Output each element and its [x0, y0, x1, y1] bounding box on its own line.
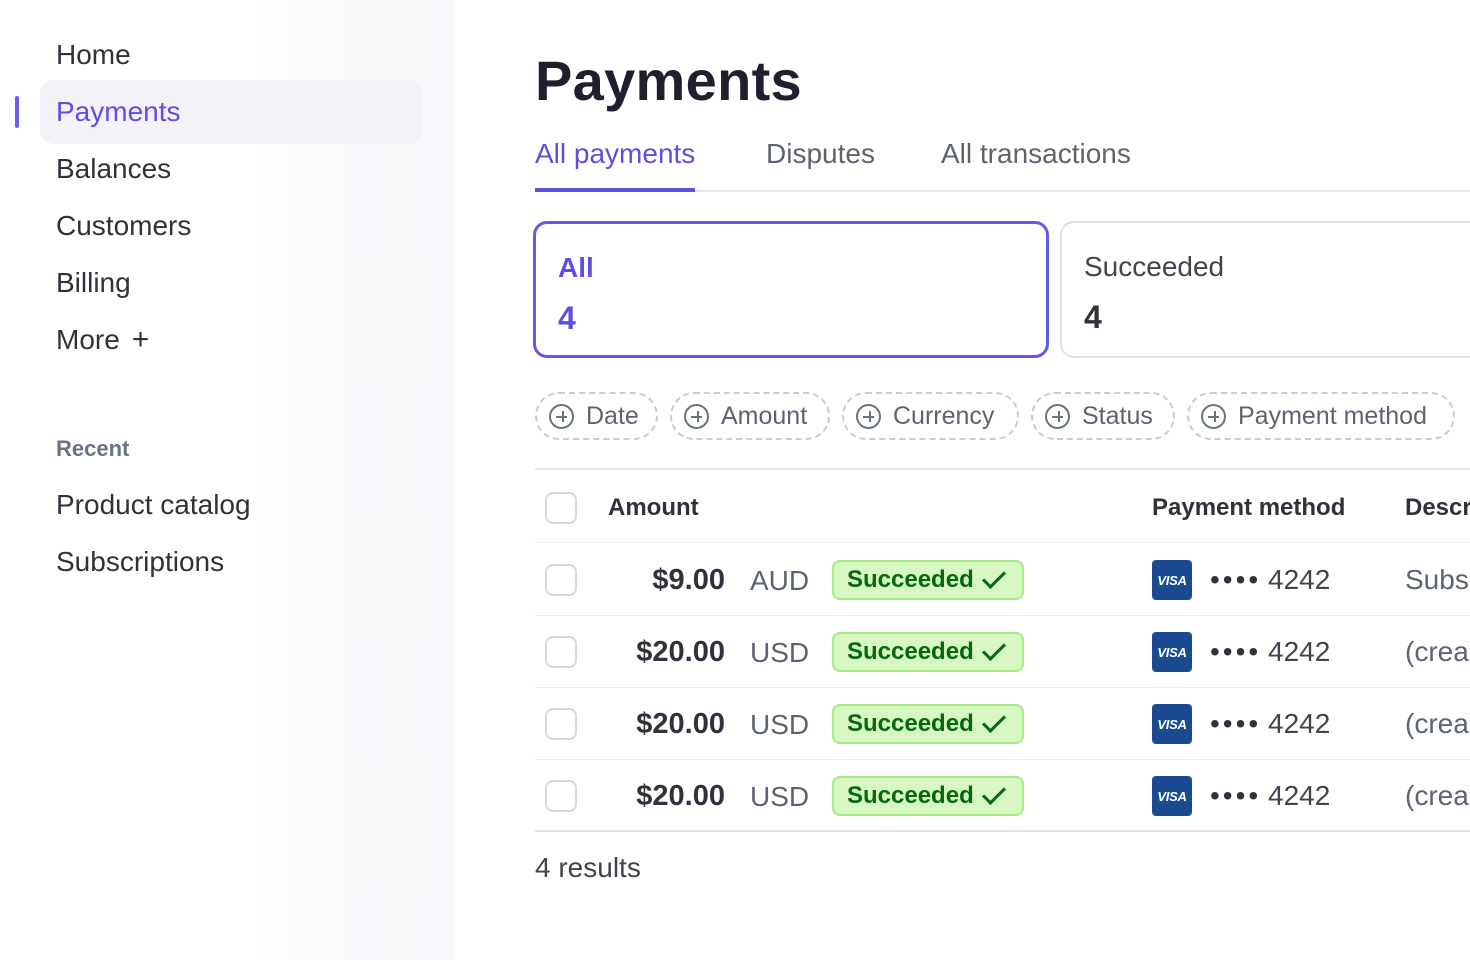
row-checkbox[interactable]	[545, 564, 577, 596]
tab-disputes[interactable]: Disputes	[766, 138, 875, 190]
status-label: Succeeded	[847, 638, 974, 665]
table-top-border	[535, 468, 1470, 470]
filter-label: Date	[586, 401, 639, 430]
sidebar-item-label: Customers	[56, 210, 192, 241]
table-row[interactable]: $9.00 AUD Succeeded VISA •••• 4242 Subs	[535, 544, 1470, 616]
currency-code: USD	[750, 637, 810, 668]
checkmark-icon	[981, 780, 1006, 806]
table-row[interactable]: $20.00 USD Succeeded VISA •••• 4242 (cre…	[535, 688, 1470, 760]
filter-date-chip[interactable]: Date	[535, 392, 658, 440]
summary-card-label: Succeeded	[1084, 251, 1225, 282]
filter-label: Currency	[893, 401, 995, 430]
row-divider	[535, 830, 1470, 832]
card-mask-dots: ••••	[1210, 636, 1262, 667]
status-label: Succeeded	[847, 710, 974, 737]
checkmark-icon	[981, 564, 1006, 590]
filter-currency-chip[interactable]: Currency	[842, 392, 1019, 440]
plus-circle-icon	[549, 403, 574, 429]
summary-card-label: All	[558, 252, 594, 283]
row-checkbox[interactable]	[545, 636, 577, 668]
filter-label: Status	[1082, 401, 1153, 430]
visa-card-icon: VISA	[1152, 776, 1192, 816]
status-badge: Succeeded	[832, 632, 1024, 672]
summary-card-all[interactable]: All 4	[533, 221, 1049, 358]
tab-bar: All payments Disputes All transactions	[535, 130, 1470, 192]
currency-code: USD	[750, 781, 810, 812]
row-checkbox[interactable]	[545, 780, 577, 812]
description-text: (crea	[1405, 636, 1469, 667]
sidebar-item-label: Home	[56, 39, 131, 70]
table-row[interactable]: $20.00 USD Succeeded VISA •••• 4242 (cre…	[535, 760, 1470, 832]
sidebar-item-payments[interactable]: Payments	[40, 80, 423, 144]
amount-value: $9.00	[652, 564, 725, 596]
row-checkbox[interactable]	[545, 708, 577, 740]
plus-circle-icon	[684, 403, 709, 429]
card-last4: 4242	[1268, 564, 1331, 595]
plus-icon: +	[131, 323, 150, 356]
sidebar-item-more[interactable]: More +	[40, 308, 423, 372]
visa-card-icon: VISA	[1152, 704, 1192, 744]
status-badge: Succeeded	[832, 704, 1024, 744]
amount-value: $20.00	[636, 780, 725, 812]
visa-card-icon: VISA	[1152, 632, 1192, 672]
sidebar: Home Payments Balances Customers Billing…	[0, 0, 455, 960]
column-header-description[interactable]: Descr	[1405, 494, 1470, 522]
status-badge: Succeeded	[832, 776, 1024, 816]
status-badge: Succeeded	[832, 560, 1024, 600]
sidebar-item-customers[interactable]: Customers	[40, 194, 423, 258]
checkmark-icon	[981, 636, 1006, 662]
description-text: (crea	[1405, 780, 1469, 811]
plus-circle-icon	[1045, 403, 1070, 429]
select-all-checkbox[interactable]	[545, 492, 577, 524]
card-last4: 4242	[1268, 636, 1331, 667]
recent-item-product-catalog[interactable]: Product catalog	[40, 481, 423, 529]
card-last4: 4242	[1268, 708, 1331, 739]
status-label: Succeeded	[847, 782, 974, 809]
recent-item-label: Product catalog	[56, 489, 251, 520]
sidebar-item-billing[interactable]: Billing	[40, 251, 423, 315]
card-last4: 4242	[1268, 780, 1331, 811]
amount-value: $20.00	[636, 708, 725, 740]
card-mask-dots: ••••	[1210, 564, 1262, 595]
currency-code: AUD	[750, 565, 810, 596]
filter-amount-chip[interactable]: Amount	[670, 392, 830, 440]
summary-card-count: 4	[1084, 299, 1102, 335]
plus-circle-icon	[1201, 403, 1226, 429]
results-count: 4 results	[535, 852, 641, 883]
tab-all-transactions[interactable]: All transactions	[941, 138, 1131, 190]
column-header-payment-method[interactable]: Payment method	[1152, 494, 1345, 522]
card-mask-dots: ••••	[1210, 708, 1262, 739]
summary-card-count: 4	[558, 300, 576, 336]
description-text: Subs	[1405, 564, 1469, 595]
sidebar-item-label: Payments	[56, 96, 181, 127]
sidebar-item-balances[interactable]: Balances	[40, 137, 423, 201]
page-title: Payments	[535, 49, 802, 112]
filter-label: Amount	[721, 401, 808, 430]
summary-card-succeeded[interactable]: Succeeded 4	[1060, 221, 1470, 358]
column-header-amount[interactable]: Amount	[608, 494, 699, 522]
currency-code: USD	[750, 709, 810, 740]
tab-all-payments[interactable]: All payments	[535, 138, 696, 192]
sidebar-item-label: More	[56, 324, 120, 355]
sidebar-item-home[interactable]: Home	[40, 23, 423, 87]
filter-label: Payment method	[1238, 401, 1427, 430]
description-text: (crea	[1405, 708, 1469, 739]
card-mask-dots: ••••	[1210, 780, 1262, 811]
amount-value: $20.00	[636, 636, 725, 668]
sidebar-item-label: Balances	[56, 153, 172, 184]
filter-status-chip[interactable]: Status	[1031, 392, 1175, 440]
recent-section-title: Recent	[56, 436, 130, 461]
table-row[interactable]: $20.00 USD Succeeded VISA •••• 4242 (cre…	[535, 616, 1470, 688]
filter-payment-method-chip[interactable]: Payment method	[1187, 392, 1455, 440]
header-divider	[535, 542, 1470, 543]
visa-card-icon: VISA	[1152, 560, 1192, 600]
sidebar-item-label: Billing	[56, 267, 131, 298]
recent-item-label: Subscriptions	[56, 546, 225, 577]
active-nav-indicator	[15, 96, 19, 128]
status-label: Succeeded	[847, 566, 974, 593]
recent-item-subscriptions[interactable]: Subscriptions	[40, 538, 423, 586]
plus-circle-icon	[856, 403, 881, 429]
checkmark-icon	[981, 708, 1006, 734]
